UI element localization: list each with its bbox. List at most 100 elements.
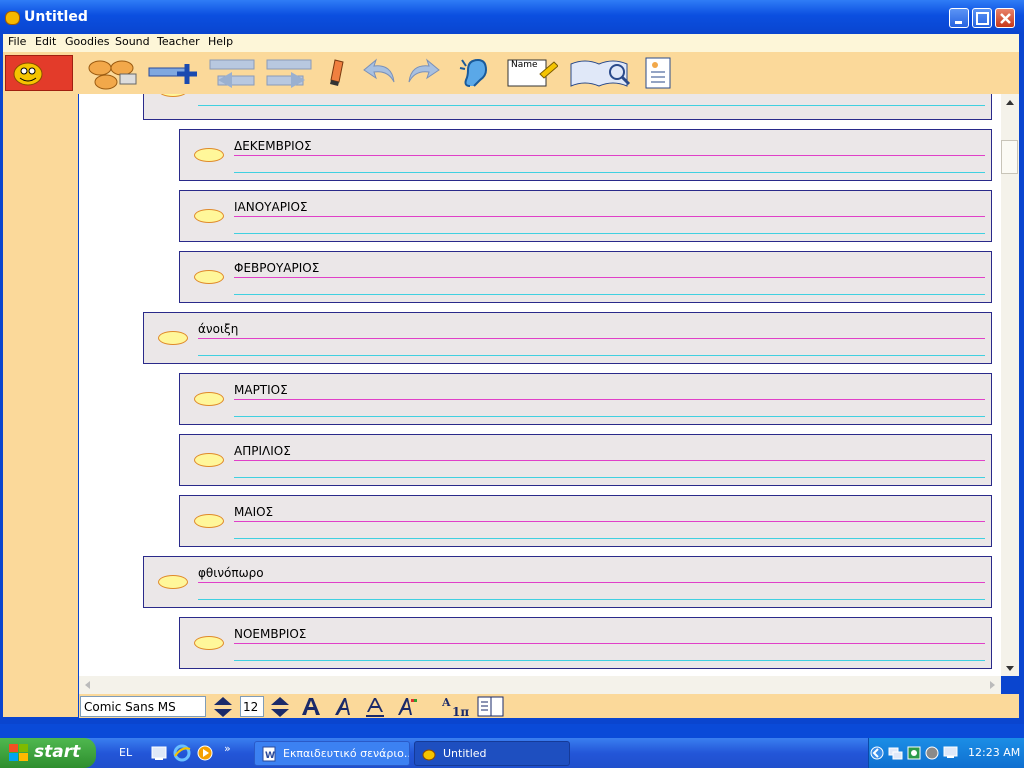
spelling-icon[interactable]: A 1π xyxy=(442,694,472,718)
internet-explorer-icon[interactable] xyxy=(173,744,191,762)
menu-edit[interactable]: Edit xyxy=(35,35,56,48)
redo-icon[interactable] xyxy=(405,56,441,90)
subtopic-bullet-icon[interactable] xyxy=(194,148,224,162)
notes-line xyxy=(198,355,985,356)
italic-icon[interactable] xyxy=(332,696,354,718)
close-icon xyxy=(1000,13,1011,24)
name-tool-icon[interactable]: Name xyxy=(506,56,558,90)
show-desktop-icon[interactable] xyxy=(150,744,168,762)
listen-ear-icon[interactable] xyxy=(458,56,492,90)
scroll-left-icon[interactable] xyxy=(79,676,95,694)
topic-line xyxy=(198,582,985,583)
menu-goodies[interactable]: Goodies xyxy=(65,35,110,48)
scroll-right-icon[interactable] xyxy=(985,676,1001,694)
scroll-down-icon[interactable] xyxy=(1001,662,1019,676)
subtopic-label[interactable]: ΝΟΕΜΒΡΙΟΣ xyxy=(234,627,306,641)
topic-label[interactable]: άνοιξη xyxy=(198,322,238,336)
outline-subtopic-row[interactable]: ΑΠΡΙΛΙΟΣ xyxy=(179,434,992,486)
topic-line xyxy=(234,521,985,522)
outline-subtopic-row[interactable]: ΜΑΙΟΣ xyxy=(179,495,992,547)
svg-text:A: A xyxy=(442,696,451,709)
maximize-button[interactable] xyxy=(972,8,992,28)
font-stepper-icon[interactable] xyxy=(211,695,235,719)
menu-teacher[interactable]: Teacher xyxy=(157,35,200,48)
kidspiration-logo-icon[interactable] xyxy=(5,55,73,91)
subtopic-label[interactable]: ΜΑΙΟΣ xyxy=(234,505,273,519)
minimize-button[interactable] xyxy=(949,8,969,28)
outline-canvas[interactable]: ΔΕΚΕΜΒΡΙΟΣ ΙΑΝΟΥΑΡΙΟΣ ΦΕΒΡΟΥΑΡΙΟΣ άνοιξη… xyxy=(79,94,1001,676)
subtopic-bullet-icon[interactable] xyxy=(194,453,224,467)
maximize-icon xyxy=(976,12,989,25)
topic-line xyxy=(234,460,985,461)
topic-label[interactable]: φθινόπωρο xyxy=(198,566,264,580)
taskbar-item-untitled[interactable]: Untitled xyxy=(414,741,570,766)
topic-line xyxy=(234,277,985,278)
scroll-up-icon[interactable] xyxy=(1001,94,1019,110)
taskbar-item-document[interactable]: W Εκπαιδευτικό σενάριο... xyxy=(254,741,410,766)
font-name-field[interactable] xyxy=(80,696,206,717)
page-layout-icon[interactable] xyxy=(477,696,505,718)
size-stepper-icon[interactable] xyxy=(268,695,292,719)
menu-help[interactable]: Help xyxy=(208,35,233,48)
title-bar[interactable] xyxy=(0,0,1024,34)
network-icon[interactable] xyxy=(887,745,903,761)
font-size-field[interactable] xyxy=(240,696,264,717)
outline-topic-row[interactable]: άνοιξη xyxy=(143,312,992,364)
topic-bullet-icon[interactable] xyxy=(158,575,188,589)
outline-topic-row[interactable] xyxy=(143,94,992,120)
outline-subtopic-row[interactable]: ΔΕΚΕΜΒΡΙΟΣ xyxy=(179,129,992,181)
dictionary-book-icon[interactable] xyxy=(569,56,631,90)
media-player-icon[interactable] xyxy=(196,744,214,762)
display-icon[interactable] xyxy=(942,745,960,761)
notes-line xyxy=(234,416,985,417)
language-indicator[interactable]: EL xyxy=(119,746,132,759)
notes-line xyxy=(198,599,985,600)
underline-icon[interactable] xyxy=(364,696,386,718)
topic-line xyxy=(234,399,985,400)
text-color-icon[interactable] xyxy=(396,696,418,718)
subtopic-label[interactable]: ΜΑΡΤΙΟΣ xyxy=(234,383,288,397)
eraser-icon[interactable] xyxy=(327,56,349,90)
document-view-icon[interactable] xyxy=(643,56,673,90)
topic-bullet-icon[interactable] xyxy=(158,331,188,345)
mapping-view-icon[interactable] xyxy=(86,56,138,90)
svg-text:1π: 1π xyxy=(452,705,469,718)
subtopic-bullet-icon[interactable] xyxy=(194,514,224,528)
notes-line xyxy=(234,294,985,295)
move-right-icon[interactable] xyxy=(265,56,313,90)
menu-file[interactable]: File xyxy=(8,35,26,48)
volume-icon[interactable] xyxy=(924,745,940,761)
horizontal-scrollbar[interactable] xyxy=(79,676,1001,694)
notes-line xyxy=(198,105,985,106)
notes-line xyxy=(234,477,985,478)
menu-sound[interactable]: Sound xyxy=(115,35,150,48)
close-button[interactable] xyxy=(995,8,1015,28)
vertical-scroll-thumb[interactable] xyxy=(1001,140,1018,174)
undo-icon[interactable] xyxy=(362,56,398,90)
outline-subtopic-row[interactable]: ΜΑΡΤΙΟΣ xyxy=(179,373,992,425)
clock[interactable]: 12:23 AM xyxy=(968,746,1020,759)
subtopic-label[interactable]: ΙΑΝΟΥΑΡΙΟΣ xyxy=(234,200,308,214)
outline-topic-row[interactable]: φθινόπωρο xyxy=(143,556,992,608)
add-topic-icon[interactable] xyxy=(147,56,199,90)
start-button[interactable]: start xyxy=(0,738,96,768)
subtopic-bullet-icon[interactable] xyxy=(194,270,224,284)
outline-subtopic-row[interactable]: ΙΑΝΟΥΑΡΙΟΣ xyxy=(179,190,992,242)
subtopic-label[interactable]: ΑΠΡΙΛΙΟΣ xyxy=(234,444,291,458)
security-shield-icon[interactable] xyxy=(906,745,922,761)
subtopic-bullet-icon[interactable] xyxy=(194,392,224,406)
topic-bullet-icon[interactable] xyxy=(158,94,188,97)
outline-subtopic-row[interactable]: ΝΟΕΜΒΡΙΟΣ xyxy=(179,617,992,669)
subtopic-bullet-icon[interactable] xyxy=(194,636,224,650)
vertical-scrollbar[interactable] xyxy=(1001,94,1019,676)
subtopic-bullet-icon[interactable] xyxy=(194,209,224,223)
more-items-icon[interactable]: » xyxy=(224,742,231,755)
start-label: start xyxy=(34,742,81,762)
subtopic-label[interactable]: ΔΕΚΕΜΒΡΙΟΣ xyxy=(234,139,312,153)
move-left-icon[interactable] xyxy=(208,56,256,90)
bold-icon[interactable] xyxy=(300,696,322,718)
tray-expand-icon[interactable] xyxy=(869,744,885,762)
window-title: Untitled xyxy=(24,9,88,25)
outline-subtopic-row[interactable]: ΦΕΒΡΟΥΑΡΙΟΣ xyxy=(179,251,992,303)
subtopic-label[interactable]: ΦΕΒΡΟΥΑΡΙΟΣ xyxy=(234,261,319,275)
